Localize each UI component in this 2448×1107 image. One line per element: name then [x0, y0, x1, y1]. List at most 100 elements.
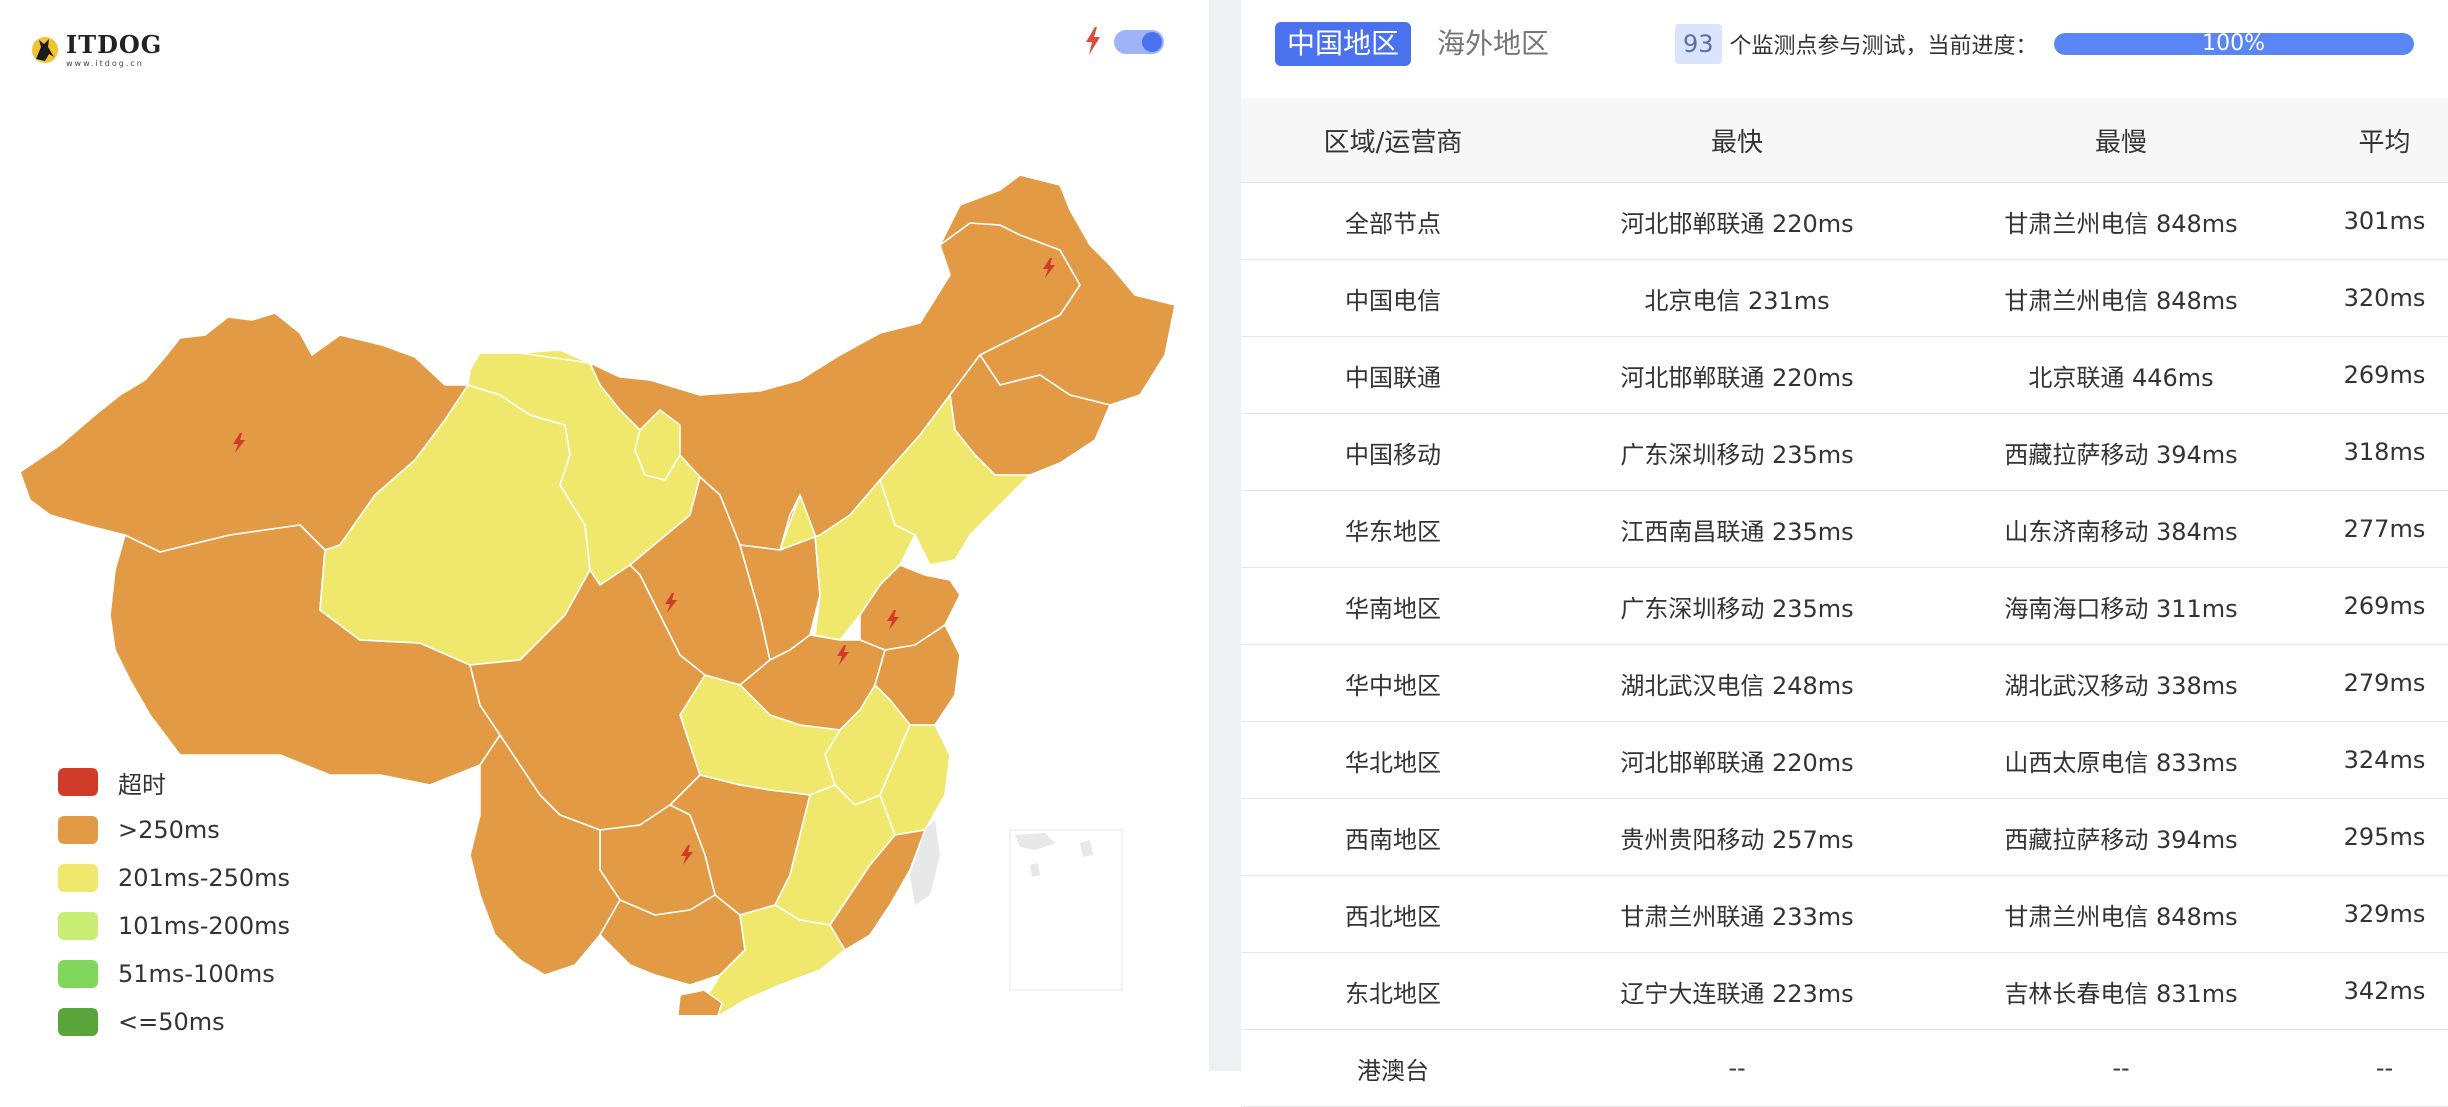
cell-average: 269ms: [2313, 336, 2448, 414]
legend-label: <=50ms: [118, 1008, 225, 1036]
cell-region: 中国移动: [1241, 413, 1545, 491]
cell-average: 295ms: [2313, 798, 2448, 876]
cell-average: 324ms: [2313, 721, 2448, 799]
cell-fastest: 江西南昌联通 235ms: [1545, 490, 1929, 568]
table-row[interactable]: 华中地区 湖北武汉电信 248ms 湖北武汉移动 338ms 279ms: [1241, 644, 2448, 722]
node-count-badge: 93: [1675, 24, 1722, 64]
cell-average: 318ms: [2313, 413, 2448, 491]
results-table-wrap: 区域/运营商 最快 最慢 平均 全部节点 河北邯郸联通 220ms 甘肃兰州电信 8…: [1241, 98, 2448, 1107]
results-table: 区域/运营商 最快 最慢 平均 全部节点 河北邯郸联通 220ms 甘肃兰州电信 8…: [1241, 98, 2448, 1107]
cell-region: 中国联通: [1241, 336, 1545, 414]
cell-region: 西北地区: [1241, 875, 1545, 953]
cell-slowest: 北京联通 446ms: [1929, 336, 2313, 414]
cell-fastest: 甘肃兰州联通 233ms: [1545, 875, 1929, 953]
cell-region: 西南地区: [1241, 798, 1545, 876]
table-row[interactable]: 西南地区 贵州贵阳移动 257ms 西藏拉萨移动 394ms 295ms: [1241, 798, 2448, 876]
cell-slowest: --: [1929, 1029, 2313, 1107]
test-status: 93 个监测点参与测试，当前进度： 100%: [1675, 22, 2414, 66]
cell-fastest: 辽宁大连联通 223ms: [1545, 952, 1929, 1030]
toggle-knob: [1142, 32, 1162, 52]
legend-label: >250ms: [118, 816, 220, 844]
legend-label: 201ms-250ms: [118, 864, 291, 892]
table-row[interactable]: 华南地区 广东深圳移动 235ms 海南海口移动 311ms 269ms: [1241, 567, 2448, 645]
cell-slowest: 吉林长春电信 831ms: [1929, 952, 2313, 1030]
col-header-slowest[interactable]: 最慢: [1929, 98, 2313, 183]
tab-china[interactable]: 中国地区: [1275, 22, 1412, 66]
legend-item[interactable]: <=50ms: [58, 998, 290, 1046]
table-row[interactable]: 中国移动 广东深圳移动 235ms 西藏拉萨移动 394ms 318ms: [1241, 413, 2448, 491]
table-row[interactable]: 西北地区 甘肃兰州联通 233ms 甘肃兰州电信 848ms 329ms: [1241, 875, 2448, 953]
inset-islands: [1015, 833, 1093, 877]
dog-logo-icon: [30, 33, 60, 67]
cell-region: 华中地区: [1241, 644, 1545, 722]
cell-average: 301ms: [2313, 182, 2448, 260]
col-header-fastest[interactable]: 最快: [1545, 98, 1929, 183]
region-tabs: 中国地区 海外地区: [1275, 22, 1561, 66]
cell-fastest: 河北邯郸联通 220ms: [1545, 721, 1929, 799]
live-toggle-switch[interactable]: [1114, 30, 1164, 54]
legend-swatch: [58, 816, 98, 844]
cell-average: 320ms: [2313, 259, 2448, 337]
latency-legend: 超时 >250ms 201ms-250ms 101ms-200ms 51ms-100ms…: [58, 758, 290, 1046]
cell-average: --: [2313, 1029, 2448, 1107]
col-header-region[interactable]: 区域/运营商: [1241, 98, 1545, 183]
cell-fastest: 河北邯郸联通 220ms: [1545, 182, 1929, 260]
table-header-row: 区域/运营商 最快 最慢 平均: [1241, 98, 2448, 183]
table-row[interactable]: 华东地区 江西南昌联通 235ms 山东济南移动 384ms 277ms: [1241, 490, 2448, 568]
cell-fastest: 广东深圳移动 235ms: [1545, 413, 1929, 491]
cell-slowest: 甘肃兰州电信 848ms: [1929, 875, 2313, 953]
cell-fastest: 广东深圳移动 235ms: [1545, 567, 1929, 645]
itdog-logo[interactable]: ITDOG www.itdog.cn: [30, 30, 162, 70]
legend-swatch: [58, 768, 98, 796]
cell-average: 342ms: [2313, 952, 2448, 1030]
tab-overseas[interactable]: 海外地区: [1425, 22, 1561, 66]
legend-item[interactable]: 201ms-250ms: [58, 854, 290, 902]
table-row[interactable]: 东北地区 辽宁大连联通 223ms 吉林长春电信 831ms 342ms: [1241, 952, 2448, 1030]
cell-average: 329ms: [2313, 875, 2448, 953]
table-row[interactable]: 中国电信 北京电信 231ms 甘肃兰州电信 848ms 320ms: [1241, 259, 2448, 337]
cell-slowest: 甘肃兰州电信 848ms: [1929, 182, 2313, 260]
cell-region: 华东地区: [1241, 490, 1545, 568]
cell-slowest: 海南海口移动 311ms: [1929, 567, 2313, 645]
table-row[interactable]: 港澳台 -- -- --: [1241, 1029, 2448, 1107]
cell-slowest: 山西太原电信 833ms: [1929, 721, 2313, 799]
table-row[interactable]: 全部节点 河北邯郸联通 220ms 甘肃兰州电信 848ms 301ms: [1241, 182, 2448, 260]
col-header-average[interactable]: 平均: [2313, 98, 2448, 183]
cell-slowest: 山东济南移动 384ms: [1929, 490, 2313, 568]
legend-swatch: [58, 960, 98, 988]
progress-label: 100%: [2202, 33, 2266, 55]
cell-region: 全部节点: [1241, 182, 1545, 260]
table-row[interactable]: 华北地区 河北邯郸联通 220ms 山西太原电信 833ms 324ms: [1241, 721, 2448, 799]
cell-average: 279ms: [2313, 644, 2448, 722]
logo-name: ITDOG: [66, 29, 163, 59]
cell-slowest: 西藏拉萨移动 394ms: [1929, 413, 2313, 491]
legend-swatch: [58, 912, 98, 940]
table-body: 全部节点 河北邯郸联通 220ms 甘肃兰州电信 848ms 301ms 中国电信 北京电…: [1241, 182, 2448, 1107]
legend-label: 51ms-100ms: [118, 960, 275, 988]
cell-average: 277ms: [2313, 490, 2448, 568]
cell-fastest: 河北邯郸联通 220ms: [1545, 336, 1929, 414]
legend-item[interactable]: 101ms-200ms: [58, 902, 290, 950]
status-text: 个监测点参与测试，当前进度：: [1729, 34, 2038, 59]
cell-fastest: 贵州贵阳移动 257ms: [1545, 798, 1929, 876]
legend-item[interactable]: >250ms: [58, 806, 290, 854]
cell-region: 港澳台: [1241, 1029, 1545, 1107]
progress-bar: 100%: [2053, 33, 2414, 55]
cell-region: 华北地区: [1241, 721, 1545, 799]
cell-fastest: 北京电信 231ms: [1545, 259, 1929, 337]
cell-region: 中国电信: [1241, 259, 1545, 337]
table-row[interactable]: 中国联通 河北邯郸联通 220ms 北京联通 446ms 269ms: [1241, 336, 2448, 414]
cell-fastest: 湖北武汉电信 248ms: [1545, 644, 1929, 722]
cell-slowest: 湖北武汉移动 338ms: [1929, 644, 2313, 722]
cell-region: 东北地区: [1241, 952, 1545, 1030]
logo-url: www.itdog.cn: [66, 58, 144, 68]
cell-slowest: 西藏拉萨移动 394ms: [1929, 798, 2313, 876]
south-china-sea-inset: [1009, 829, 1123, 991]
legend-label: 101ms-200ms: [118, 912, 291, 940]
legend-swatch: [58, 864, 98, 892]
legend-item[interactable]: 51ms-100ms: [58, 950, 290, 998]
stats-panel: 中国地区 海外地区 93 个监测点参与测试，当前进度： 100% 区域/运营商 …: [1241, 0, 2448, 1107]
map-panel: ITDOG www.itdog.cn 超时 >250ms 201ms-250ms…: [0, 0, 1209, 1071]
cell-average: 269ms: [2313, 567, 2448, 645]
legend-item[interactable]: 超时: [58, 758, 290, 806]
